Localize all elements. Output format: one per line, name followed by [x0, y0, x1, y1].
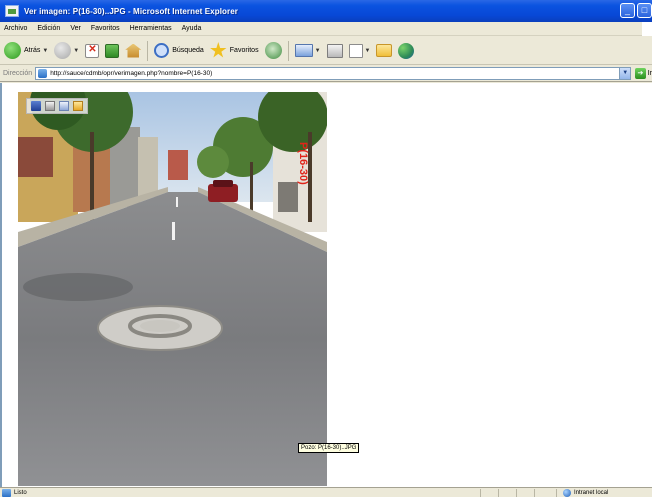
folder-icon[interactable] [73, 101, 83, 111]
image-toolbar [26, 98, 88, 114]
intranet-globe-icon [563, 489, 571, 497]
stop-icon [85, 43, 100, 58]
menu-ver[interactable]: Ver [70, 25, 81, 32]
print-button[interactable] [326, 40, 343, 62]
mail-icon [294, 44, 313, 57]
mail-icon[interactable] [59, 101, 69, 111]
toolbar-separator [147, 40, 149, 61]
address-dropdown-icon[interactable]: ▼ [619, 68, 631, 79]
status-divider [516, 489, 517, 497]
status-text: Listo [14, 489, 27, 496]
back-button[interactable]: Atrás ▼ [4, 40, 48, 62]
history-icon [264, 42, 282, 59]
history-button[interactable] [264, 40, 282, 62]
menu-edicion[interactable]: Edición [37, 25, 60, 32]
stop-button[interactable] [85, 40, 100, 62]
address-url[interactable]: http://sauce/cdmb/opr/verimagen.php?nomb… [50, 70, 212, 77]
windows-logo-icon [642, 22, 652, 36]
favorites-label: Favoritos [229, 47, 259, 54]
ie-document-icon [5, 5, 19, 17]
standard-toolbar: Atrás ▼ ▼ Búsqueda Favoritos ▼ ▼ [0, 37, 652, 65]
back-arrow-icon [4, 42, 21, 59]
search-label: Búsqueda [172, 47, 204, 54]
page-icon [38, 69, 48, 78]
folder-button[interactable] [376, 40, 393, 62]
printer-icon[interactable] [45, 101, 55, 111]
go-label[interactable]: Ir [648, 70, 652, 77]
street-photo-graphic: P(16-30) [18, 92, 327, 486]
edit-icon [348, 43, 363, 58]
save-icon[interactable] [31, 101, 41, 111]
image-tooltip: Pozo: P(16-30)..JPG [298, 443, 360, 453]
title-bar: Ver imagen: P(16-30)..JPG - Microsoft In… [0, 0, 652, 22]
photo-overlay-text: P(16-30) [297, 142, 309, 185]
folder-icon [376, 44, 393, 57]
messenger-button[interactable] [398, 40, 415, 62]
status-divider [498, 489, 499, 497]
address-bar: Dirección http://sauce/cdmb/opr/verimage… [0, 66, 652, 82]
mail-dropdown-icon[interactable]: ▼ [315, 48, 321, 54]
status-bar: Listo Intranet local [0, 487, 652, 497]
page-status-icon [2, 488, 11, 497]
messenger-icon [398, 42, 415, 59]
favorites-button[interactable]: Favoritos [210, 40, 259, 62]
forward-button[interactable]: ▼ [54, 40, 79, 62]
menu-herramientas[interactable]: Herramientas [130, 25, 172, 32]
refresh-button[interactable] [105, 40, 120, 62]
window-title: Ver imagen: P(16-30)..JPG - Microsoft In… [24, 6, 238, 16]
menu-archivo[interactable]: Archivo [4, 25, 27, 32]
address-label: Dirección [3, 70, 33, 77]
edit-dropdown-icon[interactable]: ▼ [365, 48, 371, 54]
search-icon [154, 43, 170, 58]
search-button[interactable]: Búsqueda [154, 40, 204, 62]
zone-label: Intranet local [574, 490, 609, 496]
address-input[interactable]: http://sauce/cdmb/opr/verimagen.php?nomb… [35, 67, 632, 80]
back-label: Atrás [24, 47, 41, 54]
menu-bar: Archivo Edición Ver Favoritos Herramient… [0, 22, 652, 36]
home-button[interactable] [125, 40, 142, 62]
refresh-icon [105, 43, 120, 58]
minimize-button[interactable]: _ [620, 3, 635, 18]
home-icon [125, 43, 142, 58]
menu-ayuda[interactable]: Ayuda [182, 25, 202, 32]
street-photo[interactable]: P(16-30) [18, 92, 327, 486]
status-divider [534, 489, 535, 497]
mail-button[interactable]: ▼ [294, 40, 321, 62]
go-button[interactable]: ➔ [635, 68, 646, 79]
status-divider [556, 489, 557, 497]
status-divider [480, 489, 481, 497]
forward-arrow-icon [54, 42, 72, 59]
printer-icon [326, 43, 343, 58]
security-zone[interactable]: Intranet local [563, 488, 608, 497]
menu-favoritos[interactable]: Favoritos [91, 25, 120, 32]
toolbar-separator [287, 40, 289, 61]
window-controls: _ □ [620, 3, 652, 18]
forward-dropdown-icon[interactable]: ▼ [73, 48, 79, 54]
edit-button[interactable]: ▼ [348, 40, 371, 62]
page-content: P(16-30) Pozo: P(16-30)..JPG [0, 83, 652, 487]
star-icon [210, 42, 227, 58]
maximize-button[interactable]: □ [637, 3, 652, 18]
back-dropdown-icon[interactable]: ▼ [42, 48, 48, 54]
